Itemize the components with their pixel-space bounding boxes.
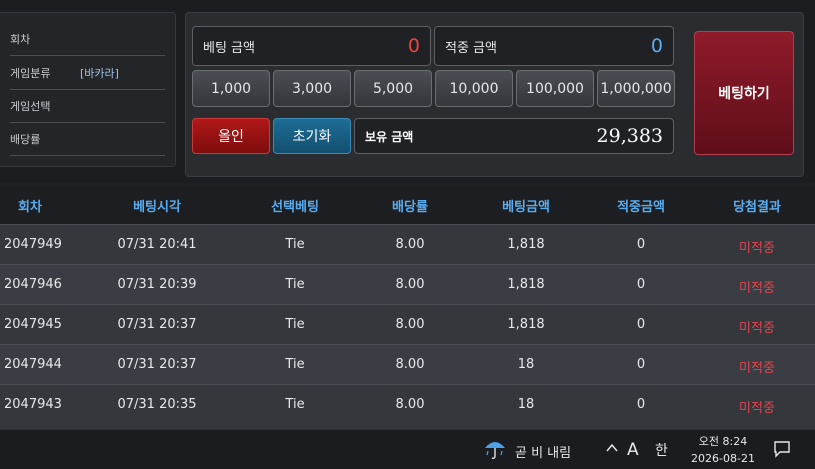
chip-5000-button[interactable]: 5,000 — [354, 70, 432, 107]
cell-bet: 1,818 — [507, 317, 545, 332]
clock-time: 오전 8:24 — [698, 435, 748, 448]
app-root: { "info": { "round_label": "회차", "catego… — [0, 0, 815, 469]
cell-result: 미적중 — [739, 361, 775, 376]
chip-3000-button[interactable]: 3,000 — [273, 70, 351, 107]
cell-win: 0 — [636, 237, 646, 252]
bet-panel: 베팅 금액 0 적중 금액 0 1,000 3,000 5,000 10,000… — [185, 12, 804, 177]
category-value: [바카라] — [80, 67, 119, 80]
cell-round: 2047949 — [4, 237, 62, 252]
cell-win: 0 — [636, 317, 646, 332]
table-row: 2047946 07/31 20:39 Tie 8.00 1,818 0 미적중 — [0, 264, 815, 304]
cell-odds: 8.00 — [395, 357, 425, 372]
cell-selection: Tie — [285, 357, 305, 372]
col-header-result: 당첨결과 — [733, 199, 781, 215]
cell-time: 07/31 20:39 — [117, 277, 197, 292]
cell-time: 07/31 20:35 — [117, 397, 197, 412]
cell-selection: Tie — [285, 277, 305, 292]
cell-result: 미적중 — [739, 401, 775, 416]
balance-value: 29,383 — [596, 125, 663, 147]
chevron-up-icon[interactable] — [605, 440, 619, 459]
cell-odds: 8.00 — [395, 397, 425, 412]
font-indicator[interactable]: A — [627, 440, 639, 460]
table-row: 2047949 07/31 20:41 Tie 8.00 1,818 0 미적중 — [0, 224, 815, 264]
cell-bet: 18 — [517, 397, 535, 412]
cell-selection: Tie — [285, 317, 305, 332]
win-amount-value: 0 — [650, 35, 663, 57]
cell-win: 0 — [636, 357, 646, 372]
info-category-row: 게임분류 [바카라] — [10, 57, 165, 90]
cell-selection: Tie — [285, 397, 305, 412]
chip-10000-button[interactable]: 10,000 — [435, 70, 513, 107]
chip-100000-button[interactable]: 100,000 — [516, 70, 594, 107]
win-amount-box: 적중 금액 0 — [434, 26, 674, 66]
game-info-panel: 회차 게임분류 [바카라] 게임선택 배당률 — [0, 12, 176, 167]
bet-amount-value: 0 — [407, 35, 420, 57]
cell-round: 2047943 — [4, 397, 62, 412]
cell-round: 2047945 — [4, 317, 62, 332]
category-label: 게임분류 — [10, 67, 51, 80]
cell-odds: 8.00 — [395, 317, 425, 332]
cell-odds: 8.00 — [395, 237, 425, 252]
rain-umbrella-icon — [483, 438, 507, 464]
cell-odds: 8.00 — [395, 277, 425, 292]
chip-1000-button[interactable]: 1,000 — [192, 70, 270, 107]
windows-taskbar: 곧 비 내림 A 한 오전 8:24 2026-08-21 — [0, 429, 815, 469]
cell-time: 07/31 20:37 — [117, 317, 197, 332]
selection-label: 게임선택 — [10, 100, 51, 113]
reset-button[interactable]: 초기화 — [273, 118, 351, 154]
cell-round: 2047946 — [4, 277, 62, 292]
balance-box: 보유 금액 29,383 — [354, 118, 674, 154]
cell-result: 미적중 — [739, 321, 775, 336]
info-round-row: 회차 — [10, 23, 165, 56]
cell-round: 2047944 — [4, 357, 62, 372]
odds-label: 배당률 — [10, 133, 41, 146]
table-row: 2047943 07/31 20:35 Tie 8.00 18 0 미적중 — [0, 384, 815, 429]
cell-result: 미적중 — [739, 281, 775, 296]
bet-amount-box: 베팅 금액 0 — [192, 26, 431, 66]
taskbar-clock[interactable]: 오전 8:24 2026-08-21 — [683, 433, 763, 467]
col-header-bet: 베팅금액 — [502, 199, 550, 215]
info-odds-row: 배당률 — [10, 123, 165, 156]
cell-win: 0 — [636, 277, 646, 292]
col-header-odds: 배당률 — [392, 199, 428, 215]
cell-bet: 1,818 — [507, 277, 545, 292]
bet-amount-label: 베팅 금액 — [203, 40, 255, 56]
round-label: 회차 — [10, 33, 31, 46]
balance-label: 보유 금액 — [365, 129, 414, 144]
cell-result: 미적중 — [739, 241, 775, 256]
cell-bet: 1,818 — [507, 237, 545, 252]
clock-date: 2026-08-21 — [691, 452, 755, 465]
cell-time: 07/31 20:37 — [117, 357, 197, 372]
col-header-win: 적중금액 — [617, 199, 665, 215]
weather-widget[interactable]: 곧 비 내림 — [483, 438, 571, 464]
place-bet-button[interactable]: 베팅하기 — [694, 31, 794, 155]
ime-indicator[interactable]: 한 — [655, 440, 668, 460]
table-row: 2047945 07/31 20:37 Tie 8.00 1,818 0 미적중 — [0, 304, 815, 344]
betting-header: 회차 게임분류 [바카라] 게임선택 배당률 베팅 금액 0 적중 금액 0 1… — [0, 0, 815, 183]
cell-win: 0 — [636, 397, 646, 412]
col-header-selection: 선택베팅 — [271, 199, 319, 215]
cell-bet: 18 — [517, 357, 535, 372]
col-header-time: 베팅시각 — [133, 199, 181, 215]
table-row: 2047944 07/31 20:37 Tie 8.00 18 0 미적중 — [0, 344, 815, 384]
cell-selection: Tie — [285, 237, 305, 252]
chip-1000000-button[interactable]: 1,000,000 — [597, 70, 675, 107]
info-selection-row: 게임선택 — [10, 90, 165, 123]
weather-text: 곧 비 내림 — [515, 445, 572, 461]
notification-icon[interactable] — [773, 440, 791, 462]
cell-time: 07/31 20:41 — [117, 237, 197, 252]
all-in-button[interactable]: 올인 — [192, 118, 270, 154]
col-header-round: 회차 — [18, 199, 42, 215]
bet-history-header: 회차 베팅시각 선택베팅 배당률 베팅금액 적중금액 당첨결과 — [0, 186, 815, 224]
win-amount-label: 적중 금액 — [445, 40, 497, 56]
